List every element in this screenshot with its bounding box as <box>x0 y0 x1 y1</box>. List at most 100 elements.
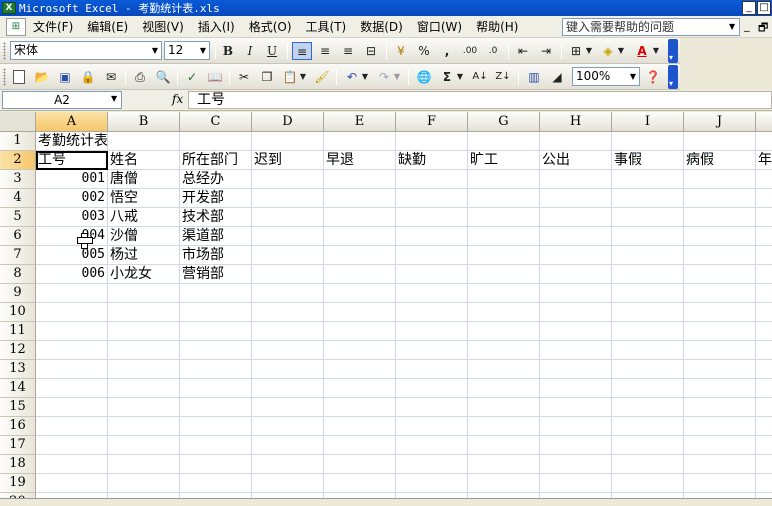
cell[interactable] <box>612 322 684 341</box>
toolbar-options-button[interactable] <box>668 39 678 63</box>
cell[interactable] <box>540 284 612 303</box>
cell[interactable] <box>252 132 324 151</box>
align-left-icon[interactable]: ≡ <box>292 42 312 60</box>
row-header[interactable]: 14 <box>0 379 36 398</box>
cell[interactable] <box>756 474 772 493</box>
row-header[interactable]: 10 <box>0 303 36 322</box>
cell[interactable] <box>468 284 540 303</box>
cell[interactable] <box>540 436 612 455</box>
worksheet-grid[interactable]: ABCDEFGHIJK 1考勤统计表2工号姓名所在部门迟到早退缺勤旷工公出事假病假… <box>0 112 772 506</box>
cell[interactable] <box>756 455 772 474</box>
redo-dropdown-icon[interactable]: ▼ <box>392 68 402 86</box>
cell[interactable] <box>756 322 772 341</box>
cell[interactable] <box>180 132 252 151</box>
cell[interactable] <box>612 360 684 379</box>
cell[interactable] <box>324 284 396 303</box>
cell[interactable] <box>36 455 108 474</box>
cell[interactable] <box>756 132 772 151</box>
cell[interactable] <box>108 417 180 436</box>
borders-icon[interactable]: ⊞ <box>566 42 586 60</box>
cell[interactable] <box>396 379 468 398</box>
zoom-dropdown-icon[interactable]: ▼ <box>626 68 640 85</box>
header-cell[interactable]: 事假 <box>612 151 684 170</box>
cell[interactable] <box>540 246 612 265</box>
cell[interactable] <box>396 436 468 455</box>
cell[interactable] <box>756 303 772 322</box>
cell[interactable] <box>756 398 772 417</box>
cell[interactable] <box>468 360 540 379</box>
cell[interactable] <box>756 341 772 360</box>
cell[interactable] <box>252 360 324 379</box>
cell[interactable] <box>252 379 324 398</box>
cell[interactable] <box>612 455 684 474</box>
column-header[interactable]: H <box>540 112 612 132</box>
column-header[interactable]: G <box>468 112 540 132</box>
header-cell[interactable]: 缺勤 <box>396 151 468 170</box>
cell[interactable] <box>180 379 252 398</box>
cell[interactable] <box>540 189 612 208</box>
cell[interactable] <box>108 322 180 341</box>
align-right-icon[interactable]: ≡ <box>338 42 358 60</box>
cell[interactable] <box>396 208 468 227</box>
cell[interactable] <box>684 474 756 493</box>
cell[interactable] <box>612 417 684 436</box>
bold-button[interactable]: B <box>218 42 238 60</box>
cell[interactable] <box>180 398 252 417</box>
cell[interactable] <box>540 303 612 322</box>
cell[interactable] <box>252 189 324 208</box>
cell[interactable] <box>468 379 540 398</box>
column-header[interactable]: E <box>324 112 396 132</box>
comma-style-button[interactable]: , <box>437 42 457 60</box>
row-header[interactable]: 4 <box>0 189 36 208</box>
cell[interactable] <box>36 474 108 493</box>
cell[interactable] <box>756 170 772 189</box>
underline-button[interactable]: U <box>262 42 282 60</box>
sheet-title-cell[interactable]: 考勤统计表 <box>36 132 108 151</box>
cell[interactable]: 唐僧 <box>108 170 180 189</box>
cell[interactable] <box>324 132 396 151</box>
cell[interactable] <box>252 474 324 493</box>
cell[interactable] <box>36 284 108 303</box>
borders-dropdown-icon[interactable]: ▼ <box>584 42 594 60</box>
row-header[interactable]: 19 <box>0 474 36 493</box>
cell[interactable]: 001 <box>36 170 108 189</box>
help-icon[interactable]: ❓ <box>643 68 663 86</box>
cell[interactable] <box>684 208 756 227</box>
cell[interactable] <box>324 360 396 379</box>
cell[interactable] <box>36 303 108 322</box>
cell[interactable]: 沙僧 <box>108 227 180 246</box>
cell[interactable] <box>468 189 540 208</box>
cell[interactable] <box>252 227 324 246</box>
cell[interactable] <box>396 322 468 341</box>
cell[interactable]: 开发部 <box>180 189 252 208</box>
cell[interactable] <box>684 265 756 284</box>
cell[interactable] <box>612 398 684 417</box>
cell[interactable] <box>108 379 180 398</box>
cell[interactable] <box>756 360 772 379</box>
cell[interactable] <box>612 189 684 208</box>
cell[interactable] <box>468 322 540 341</box>
column-header[interactable]: I <box>612 112 684 132</box>
permission-icon[interactable]: 🔒 <box>78 68 98 86</box>
cell[interactable] <box>684 360 756 379</box>
cell[interactable] <box>324 170 396 189</box>
cell[interactable] <box>108 303 180 322</box>
font-name-select[interactable]: 宋体 <box>10 41 162 60</box>
font-name-dropdown-icon[interactable]: ▼ <box>148 42 162 59</box>
cell[interactable] <box>36 341 108 360</box>
cell[interactable] <box>540 208 612 227</box>
header-cell[interactable]: 工号 <box>36 151 108 170</box>
cell[interactable] <box>756 284 772 303</box>
cell[interactable] <box>684 189 756 208</box>
cell[interactable] <box>252 455 324 474</box>
cell[interactable] <box>252 265 324 284</box>
row-header[interactable]: 18 <box>0 455 36 474</box>
cell[interactable] <box>684 417 756 436</box>
header-cell[interactable]: 所在部门 <box>180 151 252 170</box>
increase-indent-icon[interactable]: ⇥ <box>536 42 556 60</box>
minimize-button[interactable]: _ <box>742 1 756 15</box>
undo-dropdown-icon[interactable]: ▼ <box>360 68 370 86</box>
name-box-dropdown-icon[interactable]: ▼ <box>111 94 117 103</box>
sheet-tab-bar[interactable] <box>0 498 772 506</box>
cell[interactable] <box>252 246 324 265</box>
